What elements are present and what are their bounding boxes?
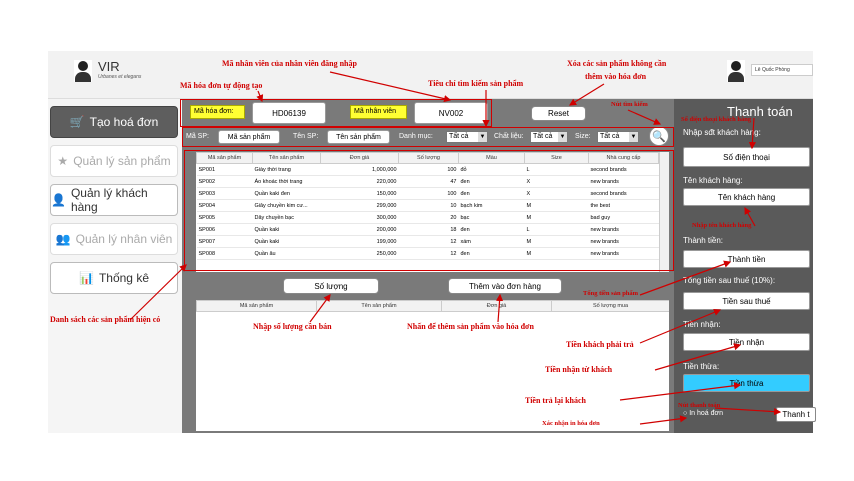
annotation-search-button: Nút tìm kiếm: [611, 101, 648, 108]
annotation-total: Tổng tiền sản phẩm: [583, 290, 639, 297]
annotation-arrows: [129, 71, 782, 425]
annotation-customer-name: Nhập tên khách hàng: [692, 222, 752, 229]
annotation-reset-1: Xóa các sản phẩm không cần: [567, 59, 667, 68]
annotation-add-to-invoice: Nhấn để thêm sản phẩm vào hóa đơn: [407, 322, 534, 331]
annotation-phone: Số điện thoại khách hàng: [681, 116, 752, 123]
annotation-change: Tiền trả lại khách: [525, 396, 586, 405]
annotation-auto-invoice: Mã hóa đơn tự động tạo: [180, 81, 263, 90]
annotation-amount-due: Tiền khách phải trả: [566, 340, 634, 349]
annotation-search-criteria: Tiêu chí tìm kiếm sản phẩm: [428, 79, 524, 88]
annotation-enter-quantity: Nhập số lượng cần bán: [253, 322, 332, 331]
annotation-print-invoice: Xác nhận in hóa đơn: [542, 420, 600, 427]
annotation-received: Tiền nhận từ khách: [545, 365, 613, 374]
annotation-product-list: Danh sách các sản phẩm hiện có: [50, 315, 161, 324]
annotation-staff-login: Mã nhân viên của nhân viên đăng nhập: [222, 59, 357, 68]
annotation-reset-2: thêm vào hóa đơn: [585, 72, 647, 81]
annotation-pay-button: Nút thanh toán: [678, 402, 721, 409]
